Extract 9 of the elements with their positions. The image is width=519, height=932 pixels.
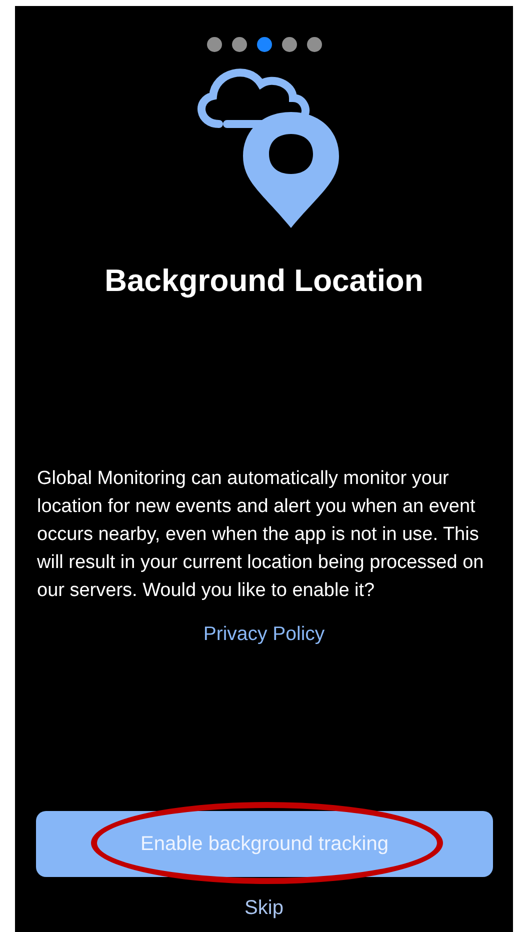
description-text: Global Monitoring can automatically monitor your location for new events and alert you when an event occurs nearby, even when the app is not in use. This will result in your current location being processed on our servers. Would you like to enable it? xyxy=(36,467,485,603)
page-dot[interactable] xyxy=(282,37,296,52)
skip-link[interactable]: Skip xyxy=(244,897,284,920)
page-dot[interactable] xyxy=(306,37,322,52)
privacy-policy-link[interactable]: Privacy Policy xyxy=(203,623,325,646)
page-dot[interactable] xyxy=(256,37,272,52)
page-dot[interactable] xyxy=(206,37,222,52)
page-dot[interactable] xyxy=(232,37,246,52)
screen-title: Background Location xyxy=(104,263,424,299)
